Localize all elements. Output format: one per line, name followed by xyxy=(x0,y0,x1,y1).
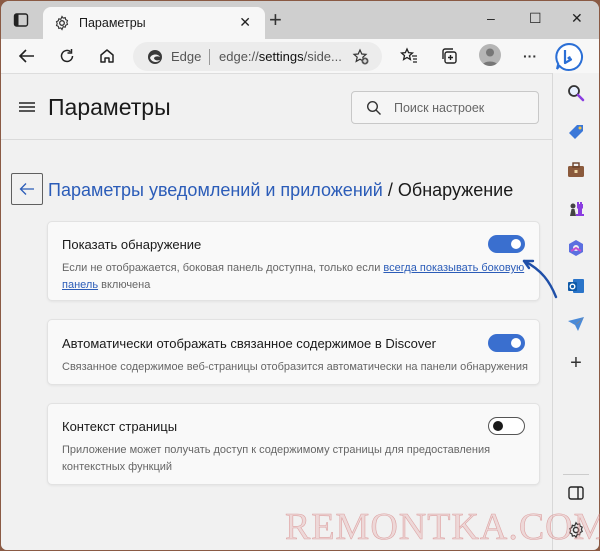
breadcrumb-back-button[interactable] xyxy=(11,173,43,205)
breadcrumb-separator: / xyxy=(382,180,398,200)
auto-discover-toggle[interactable] xyxy=(488,334,525,352)
sidebar-outlook-icon[interactable] xyxy=(566,276,586,296)
minimize-button[interactable]: – xyxy=(487,10,495,26)
address-separator xyxy=(209,49,210,65)
menu-icon[interactable] xyxy=(19,102,35,112)
more-menu-button[interactable]: ··· xyxy=(519,45,541,67)
page-context-toggle[interactable] xyxy=(488,417,525,435)
edge-label: Edge xyxy=(171,49,202,64)
tab-settings[interactable]: Параметры ✕ xyxy=(43,7,265,39)
arrow-left-icon xyxy=(19,183,34,195)
home-button[interactable] xyxy=(96,45,118,67)
browser-window: Параметры ✕ + – ☐ ✕ Edge edge://settings… xyxy=(1,1,599,550)
setting-title: Контекст страницы xyxy=(62,419,178,434)
add-favorite-icon[interactable] xyxy=(352,48,370,66)
sidebar-shopping-icon[interactable] xyxy=(566,122,586,142)
favorites-button[interactable] xyxy=(398,45,420,67)
breadcrumb-parent-link[interactable]: Параметры уведомлений и приложений xyxy=(48,180,383,200)
toggle-knob xyxy=(493,421,503,431)
favorites-icon xyxy=(400,47,417,63)
new-tab-button[interactable]: + xyxy=(269,9,282,31)
sidebar-search-icon[interactable] xyxy=(566,83,586,103)
search-icon xyxy=(366,100,381,115)
settings-header: Параметры Поиск настроек xyxy=(1,74,552,140)
settings-search-input[interactable]: Поиск настроек xyxy=(351,91,539,124)
toggle-knob xyxy=(511,338,521,348)
toolbar: Edge edge://settings/side... ··· xyxy=(1,39,599,73)
sidebar-settings-icon[interactable] xyxy=(566,520,586,540)
setting-card-auto-discover: Автоматически отображать связанное содер… xyxy=(47,319,540,385)
setting-card-show-discover: Показать обнаружение Если не отображаетс… xyxy=(47,221,540,301)
edge-logo-icon xyxy=(148,50,162,64)
breadcrumb: Параметры уведомлений и приложений / Обн… xyxy=(48,180,513,201)
tab-title: Параметры xyxy=(79,16,146,30)
address-bar[interactable]: Edge edge://settings/side... xyxy=(133,42,382,71)
back-button[interactable] xyxy=(16,45,38,67)
sidebar-tools-icon[interactable] xyxy=(566,160,586,180)
search-placeholder: Поиск настроек xyxy=(394,101,485,115)
sidebar-drop-icon[interactable] xyxy=(566,314,586,334)
user-icon xyxy=(482,48,498,66)
settings-page: Параметры Поиск настроек Параметры уведо… xyxy=(1,73,552,550)
gear-icon xyxy=(55,15,69,31)
bing-chat-icon[interactable] xyxy=(554,42,584,72)
profile-avatar[interactable] xyxy=(479,44,501,66)
collections-icon xyxy=(442,48,457,64)
tab-bar: Параметры ✕ + – ☐ ✕ xyxy=(1,1,599,39)
maximize-button[interactable]: ☐ xyxy=(529,10,542,27)
breadcrumb-current: Обнаружение xyxy=(397,180,514,200)
sidebar-games-icon[interactable] xyxy=(566,199,586,219)
close-tab-icon[interactable]: ✕ xyxy=(239,14,251,31)
page-title: Параметры xyxy=(48,94,171,120)
setting-description: Связанное содержимое веб-страницы отобра… xyxy=(62,361,528,373)
toggle-knob xyxy=(511,239,521,249)
setting-description: Приложение может получать доступ к содер… xyxy=(62,444,491,473)
show-discover-toggle[interactable] xyxy=(488,235,525,253)
refresh-button[interactable] xyxy=(56,45,78,67)
collections-button[interactable] xyxy=(438,45,460,67)
tab-actions-icon[interactable] xyxy=(13,12,29,28)
setting-title: Показать обнаружение xyxy=(62,237,202,252)
setting-title: Автоматически отображать связанное содер… xyxy=(62,336,436,351)
setting-card-page-context: Контекст страницы Приложение может получ… xyxy=(47,403,540,485)
close-window-button[interactable]: ✕ xyxy=(571,10,583,27)
arrow-left-icon xyxy=(18,49,34,63)
sidebar-add-icon[interactable]: + xyxy=(566,352,586,374)
setting-description: Если не отображается, боковая панель дос… xyxy=(62,262,525,291)
url-text[interactable]: edge://settings/side... xyxy=(219,49,342,64)
home-icon xyxy=(100,49,114,63)
sidebar-microsoft365-icon[interactable] xyxy=(566,238,586,258)
sidebar-divider xyxy=(563,474,589,475)
refresh-icon xyxy=(60,49,74,63)
sidebar-hide-icon[interactable] xyxy=(566,483,586,503)
edge-sidebar: + xyxy=(552,73,599,550)
